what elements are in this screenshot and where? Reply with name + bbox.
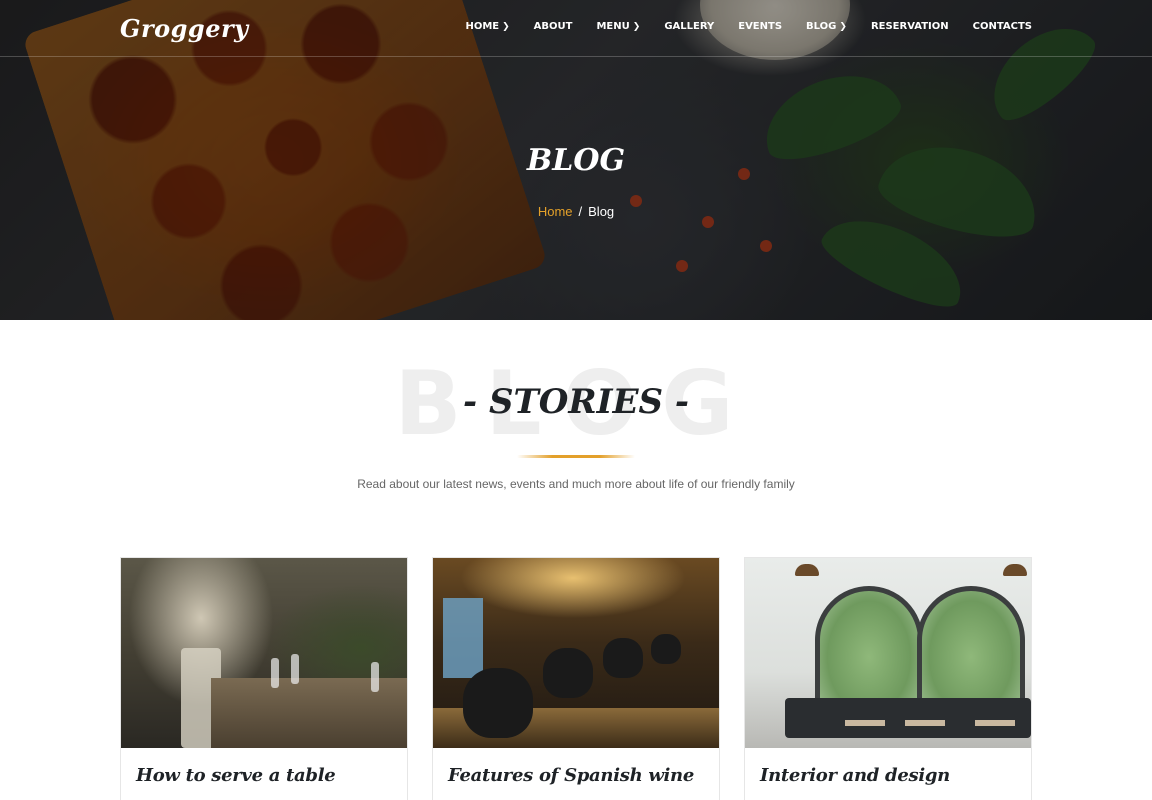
blog-card-title[interactable]: Features of Spanish wine (448, 765, 694, 786)
section-subtitle: Read about our latest news, events and m… (357, 477, 795, 491)
nav-item-label: HOME (465, 21, 500, 32)
nav-item-label: RESERVATION (870, 21, 949, 32)
nav-item-label: MENU (596, 21, 630, 32)
blog-card[interactable]: How to serve a table (120, 557, 408, 800)
nav-item-home[interactable]: HOME ❯ (465, 21, 509, 32)
nav-item-menu[interactable]: MENU ❯ (596, 21, 640, 32)
blog-card-title[interactable]: Interior and design (760, 765, 950, 786)
nav-item-label: CONTACTS (972, 21, 1032, 32)
section-divider (517, 455, 635, 458)
blog-card-image[interactable] (121, 558, 407, 748)
nav-item-gallery[interactable]: GALLERY (664, 21, 714, 32)
nav-item-about[interactable]: ABOUT (534, 21, 573, 32)
breadcrumb-current: Blog (588, 204, 615, 219)
nav-item-label: EVENTS (738, 21, 783, 32)
nav-item-events[interactable]: EVENTS (738, 21, 782, 32)
breadcrumb: Home / Blog (0, 204, 1152, 219)
breadcrumb-separator: / (578, 204, 583, 219)
nav-item-label: BLOG (806, 21, 837, 32)
nav-item-label: GALLERY (664, 21, 715, 32)
page-title: BLOG (526, 143, 626, 178)
breadcrumb-home-link[interactable]: Home (538, 204, 573, 219)
nav-item-reservation[interactable]: RESERVATION (871, 21, 949, 32)
top-navbar: Groggery HOME ❯ ABOUT MENU ❯ GALLERY EVE… (0, 0, 1152, 57)
chevron-down-icon: ❯ (502, 21, 510, 32)
main-menu: HOME ❯ ABOUT MENU ❯ GALLERY EVENTS BLOG … (441, 21, 1032, 32)
blog-card-title[interactable]: How to serve a table (136, 765, 336, 786)
nav-item-blog[interactable]: BLOG ❯ (806, 21, 847, 32)
blog-card-image[interactable] (433, 558, 719, 748)
chevron-down-icon: ❯ (839, 21, 847, 32)
blog-card-image[interactable] (745, 558, 1031, 748)
chevron-down-icon: ❯ (632, 21, 641, 32)
nav-item-contacts[interactable]: CONTACTS (973, 21, 1032, 32)
logo[interactable]: Groggery (120, 14, 249, 43)
blog-card[interactable]: Features of Spanish wine (432, 557, 720, 800)
blog-card[interactable]: Interior and design (744, 557, 1032, 800)
section-title: - STORIES - (463, 382, 689, 422)
nav-item-label: ABOUT (533, 21, 573, 32)
